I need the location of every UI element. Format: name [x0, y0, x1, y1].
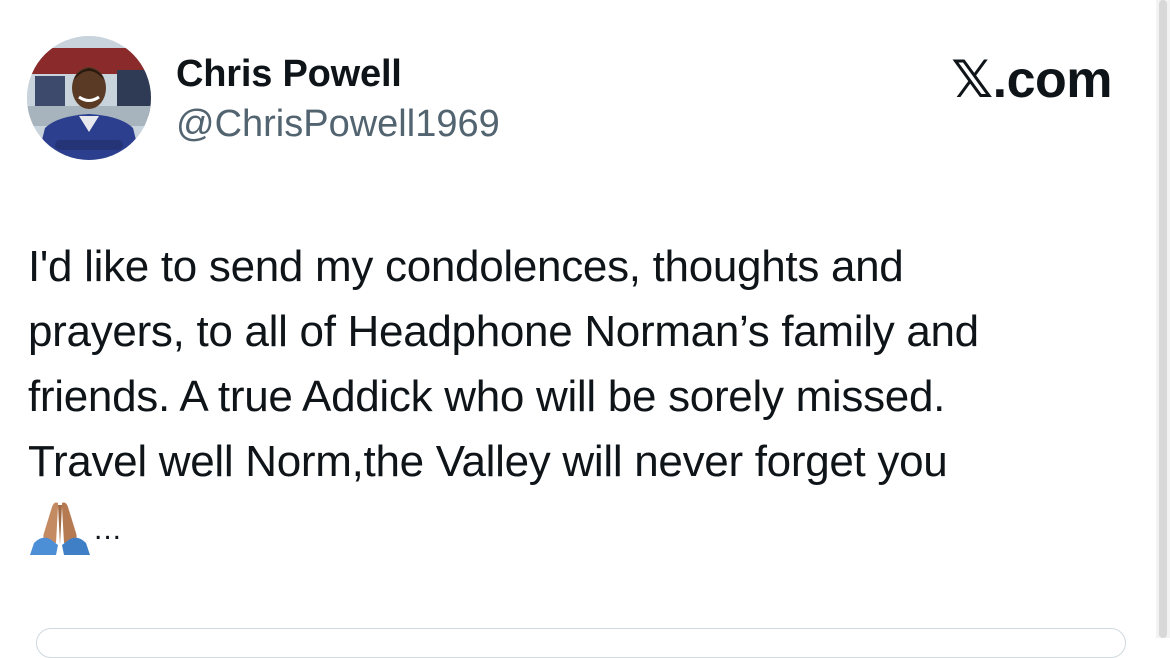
tweet-text-line: prayers, to all of Headphone Norman’s fa… [28, 307, 979, 356]
avatar[interactable] [27, 36, 151, 160]
quoted-card-edge [36, 628, 1126, 658]
tweet-text: I'd like to send my condolences, thought… [28, 234, 1118, 559]
emoji-row: ... [28, 494, 1118, 559]
tweet-card: Chris Powell @ChrisPowell1969 𝕏.com I'd … [0, 0, 1170, 658]
author-name[interactable]: Chris Powell [176, 52, 402, 96]
x-logo: 𝕏.com [951, 51, 1112, 109]
tweet-text-line: Travel well Norm,the Valley will never f… [28, 437, 948, 486]
truncation-ellipsis[interactable]: ... [94, 515, 122, 545]
scrollbar[interactable] [1156, 0, 1170, 638]
author-handle[interactable]: @ChrisPowell1969 [176, 102, 500, 146]
tweet-text-line: friends. A true Addick who will be sorel… [28, 372, 946, 421]
praying-hands-icon [28, 499, 92, 555]
tweet-text-line: I'd like to send my condolences, thought… [28, 242, 904, 291]
